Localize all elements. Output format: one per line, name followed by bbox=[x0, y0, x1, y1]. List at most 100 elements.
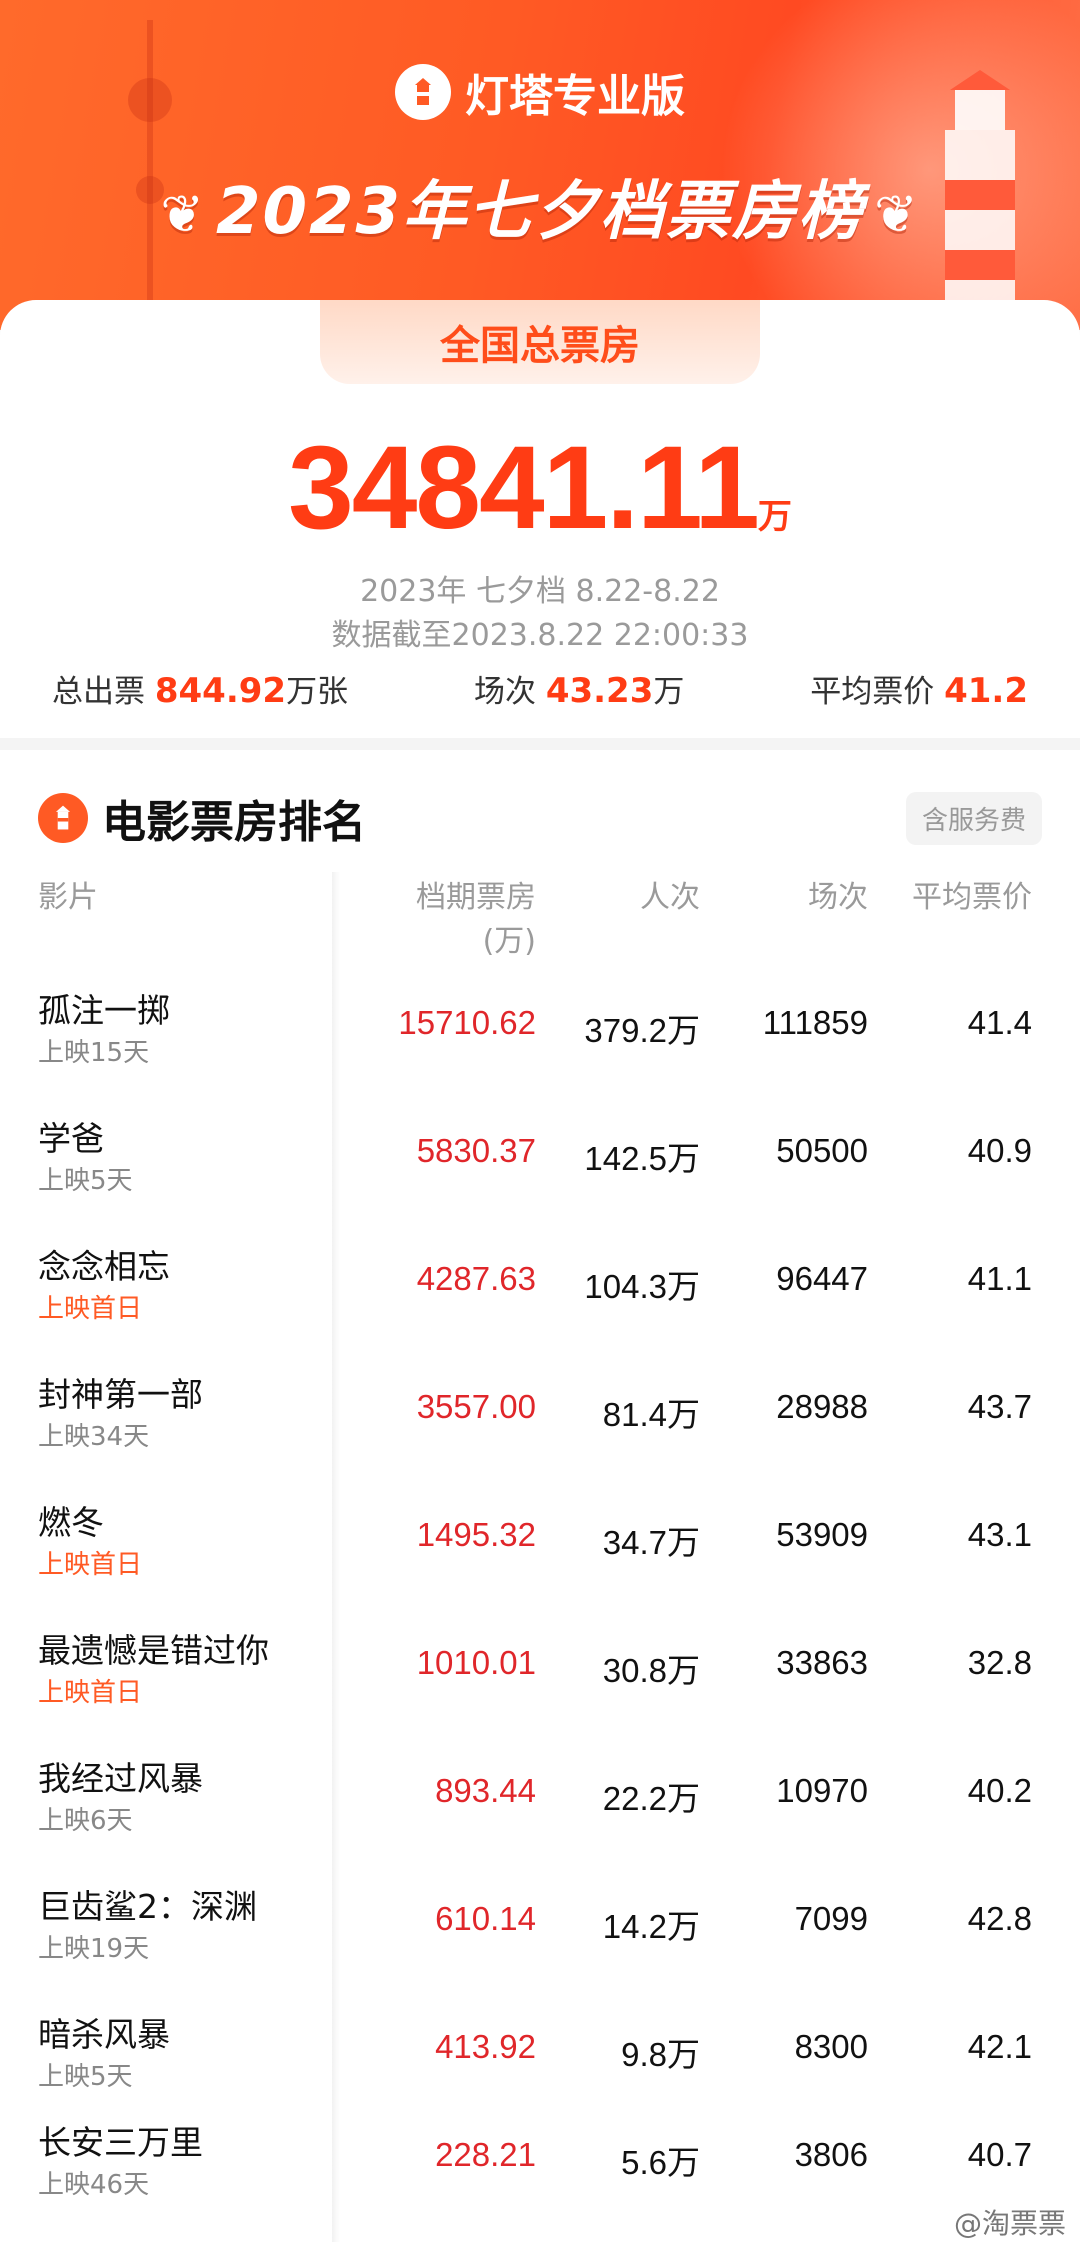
film-name: 学爸 bbox=[38, 1119, 104, 1158]
stat-tickets-unit: 万张 bbox=[286, 674, 349, 710]
stat-shows-value: 43.23 bbox=[545, 671, 654, 711]
period-text: 2023年 七夕档 8.22-8.22 bbox=[360, 574, 720, 609]
ranking-title: 电影票房排名 bbox=[102, 797, 366, 848]
stat-avg-value: 41.2 bbox=[944, 671, 1028, 711]
avg-price-value: 32.8 bbox=[967, 1644, 1032, 1681]
ranking-header: 电影票房排名 bbox=[38, 786, 366, 850]
stat-avg-label: 平均票价 bbox=[810, 674, 935, 710]
audience-value: 9.8万 bbox=[621, 2036, 700, 2073]
release-days: 上映34天 bbox=[38, 1422, 150, 1452]
as-of-text: 数据截至2023.8.22 22:00:33 bbox=[331, 618, 749, 653]
avg-price-value: 40.7 bbox=[967, 2136, 1032, 2173]
brand-logo-icon bbox=[395, 64, 451, 120]
col-box-office-label: 档期票房 bbox=[416, 880, 536, 915]
laurel-left-icon: ❦ bbox=[160, 185, 206, 246]
audience-value: 142.5万 bbox=[584, 1140, 700, 1177]
film-name: 巨齿鲨2：深渊 bbox=[38, 1887, 257, 1926]
avg-price-value: 41.4 bbox=[967, 1004, 1032, 1041]
shows-value: 8300 bbox=[794, 2028, 868, 2065]
avg-price-value: 40.9 bbox=[967, 1132, 1032, 1169]
ranking-logo-icon bbox=[38, 793, 88, 843]
summary-stats: 总出票 844.92万张 场次 43.23万 平均票价 41.2 bbox=[52, 666, 1028, 711]
shows-value: 10970 bbox=[776, 1772, 868, 1809]
release-days: 上映首日 bbox=[38, 1550, 143, 1580]
box-office-value: 5830.37 bbox=[416, 1132, 536, 1169]
avg-price-value: 42.1 bbox=[967, 2028, 1032, 2065]
shows-value: 53909 bbox=[776, 1516, 868, 1553]
box-office-value: 1495.32 bbox=[416, 1516, 536, 1553]
total-tab[interactable]: 全国总票房 bbox=[320, 300, 760, 384]
stat-shows: 场次 43.23万 bbox=[474, 666, 684, 711]
avg-price-value: 40.2 bbox=[967, 1772, 1032, 1809]
table-row[interactable]: 我经过风暴 上映6天 893.44 22.2万 10970 40.2 bbox=[0, 1748, 1080, 1876]
brand-name: 灯塔专业版 bbox=[465, 71, 685, 122]
page-title-text: 2023年七夕档票房榜 bbox=[215, 175, 865, 249]
audience-value: 30.8万 bbox=[602, 1652, 700, 1689]
col-avg-price[interactable]: 平均票价 bbox=[880, 876, 1032, 920]
release-days: 上映15天 bbox=[38, 1038, 150, 1068]
table-row[interactable]: 燃冬 上映首日 1495.32 34.7万 53909 43.1 bbox=[0, 1492, 1080, 1620]
col-audience[interactable]: 人次 bbox=[600, 876, 700, 920]
col-shows[interactable]: 场次 bbox=[760, 876, 868, 920]
film-name: 燃冬 bbox=[38, 1503, 104, 1542]
table-row[interactable]: 最遗憾是错过你 上映首日 1010.01 30.8万 33863 32.8 bbox=[0, 1620, 1080, 1748]
release-days: 上映首日 bbox=[38, 1294, 143, 1324]
box-office-value: 4287.63 bbox=[416, 1260, 536, 1297]
film-name: 暗杀风暴 bbox=[38, 2015, 170, 2054]
box-office-value: 228.21 bbox=[435, 2136, 536, 2173]
stat-shows-label: 场次 bbox=[473, 674, 536, 710]
box-office-value: 893.44 bbox=[435, 1772, 536, 1809]
table-row[interactable]: 念念相忘 上映首日 4287.63 104.3万 96447 41.1 bbox=[0, 1236, 1080, 1364]
brand: 灯塔专业版 bbox=[0, 60, 1080, 124]
release-days: 上映首日 bbox=[38, 1678, 143, 1708]
service-fee-badge: 含服务费 bbox=[905, 792, 1042, 845]
col-box-office[interactable]: 档期票房 (万) bbox=[380, 876, 536, 964]
table-row[interactable]: 巨齿鲨2：深渊 上映19天 610.14 14.2万 7099 42.8 bbox=[0, 1876, 1080, 2004]
watermark: @淘票票 bbox=[953, 2207, 1066, 2240]
release-days: 上映5天 bbox=[38, 2062, 133, 2092]
shows-value: 50500 bbox=[776, 1132, 868, 1169]
shows-value: 33863 bbox=[776, 1644, 868, 1681]
audience-value: 104.3万 bbox=[584, 1268, 700, 1305]
total-box-office: 34841.11万 bbox=[0, 420, 1080, 556]
release-days: 上映46天 bbox=[38, 2170, 150, 2200]
audience-value: 81.4万 bbox=[602, 1396, 700, 1433]
film-name: 念念相忘 bbox=[38, 1247, 170, 1286]
box-office-value: 610.14 bbox=[435, 1900, 536, 1937]
audience-value: 22.2万 bbox=[602, 1780, 700, 1817]
release-days: 上映19天 bbox=[38, 1934, 150, 1964]
shows-value: 7099 bbox=[794, 1900, 868, 1937]
table-row[interactable]: 长安三万里 上映46天 228.21 5.6万 3806 40.7 bbox=[0, 2112, 1080, 2240]
stat-tickets-label: 总出票 bbox=[52, 674, 145, 710]
laurel-right-icon: ❦ bbox=[874, 185, 920, 246]
page-title: ❦ 2023年七夕档票房榜 ❦ bbox=[0, 160, 1080, 252]
audience-value: 34.7万 bbox=[602, 1524, 700, 1561]
col-box-office-unit: (万) bbox=[482, 924, 536, 959]
film-name: 长安三万里 bbox=[38, 2123, 203, 2162]
box-office-value: 1010.01 bbox=[416, 1644, 536, 1681]
table-row[interactable]: 封神第一部 上映34天 3557.00 81.4万 28988 43.7 bbox=[0, 1364, 1080, 1492]
stat-tickets-value: 844.92 bbox=[154, 671, 287, 711]
box-office-value: 413.92 bbox=[435, 2028, 536, 2065]
box-office-value: 15710.62 bbox=[398, 1004, 536, 1041]
release-days: 上映6天 bbox=[38, 1806, 133, 1836]
total-unit: 万 bbox=[757, 497, 792, 537]
film-name: 孤注一掷 bbox=[38, 991, 170, 1030]
film-name: 我经过风暴 bbox=[38, 1759, 203, 1798]
box-office-value: 3557.00 bbox=[416, 1388, 536, 1425]
shows-value: 111859 bbox=[762, 1004, 868, 1041]
shows-value: 96447 bbox=[776, 1260, 868, 1297]
table-row[interactable]: 孤注一掷 上映15天 15710.62 379.2万 111859 41.4 bbox=[0, 980, 1080, 1108]
avg-price-value: 42.8 bbox=[967, 1900, 1032, 1937]
release-days: 上映5天 bbox=[38, 1166, 133, 1196]
audience-value: 14.2万 bbox=[602, 1908, 700, 1945]
col-film: 影片 bbox=[38, 880, 98, 915]
shows-value: 28988 bbox=[776, 1388, 868, 1425]
audience-value: 379.2万 bbox=[584, 1012, 700, 1049]
stat-tickets: 总出票 844.92万张 bbox=[52, 666, 348, 711]
audience-value: 5.6万 bbox=[621, 2144, 700, 2181]
table-row[interactable]: 学爸 上映5天 5830.37 142.5万 50500 40.9 bbox=[0, 1108, 1080, 1236]
film-name: 最遗憾是错过你 bbox=[38, 1631, 269, 1670]
header-banner: 灯塔专业版 ❦ 2023年七夕档票房榜 ❦ bbox=[0, 0, 1080, 330]
avg-price-value: 41.1 bbox=[967, 1260, 1032, 1297]
